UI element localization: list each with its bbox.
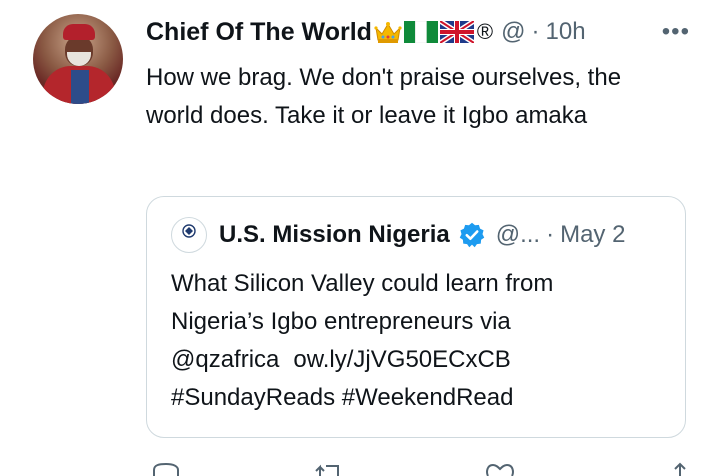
uk-flag-icon: [439, 21, 474, 43]
quoted-text-links: @qzafrica ow.ly/JjVG50ECxCB: [171, 341, 671, 379]
tweet-header: Chief Of The World ® @ · 10h: [146, 14, 586, 50]
author-name[interactable]: Chief Of The World: [146, 18, 372, 47]
quoted-author-handle[interactable]: @...: [496, 221, 540, 249]
tweet-timestamp[interactable]: 10h: [546, 18, 586, 46]
registered-mark: ®: [476, 19, 494, 44]
nigeria-flag-icon: [403, 21, 438, 43]
reply-icon[interactable]: [150, 462, 182, 476]
quoted-author-avatar[interactable]: [171, 217, 207, 253]
name-emojis: [374, 20, 474, 44]
quoted-text-line: Nigeria’s Igbo entrepreneurs via: [171, 308, 511, 335]
mention-link[interactable]: @qzafrica: [171, 346, 279, 373]
verified-badge-icon: [459, 222, 484, 248]
quoted-tweet-header: U.S. Mission Nigeria @... · May 2: [171, 217, 625, 253]
tweet-text: How we brag. We don't praise ourselves, …: [146, 64, 622, 129]
quoted-separator-dot: ·: [546, 221, 555, 248]
quoted-tweet-timestamp[interactable]: May 2: [560, 221, 625, 249]
hashtag-links[interactable]: #SundayReads #WeekendRead: [171, 379, 671, 417]
us-seal-icon: [182, 224, 196, 238]
quoted-tweet-card[interactable]: U.S. Mission Nigeria @... · May 2 What S…: [146, 196, 686, 438]
url-link[interactable]: ow.ly/JjVG50ECxCB: [293, 346, 510, 373]
quoted-tweet-text: What Silicon Valley could learn from Nig…: [171, 265, 671, 417]
separator-dot: ·: [531, 18, 540, 45]
author-avatar[interactable]: [33, 14, 123, 104]
like-icon[interactable]: [484, 462, 516, 476]
crown-emoji-icon: [374, 22, 402, 43]
quoted-text-line: What Silicon Valley could learn from: [171, 270, 554, 297]
more-icon[interactable]: •••: [662, 20, 690, 44]
retweet-icon[interactable]: [314, 462, 346, 476]
tweet-action-bar: [146, 462, 706, 476]
quoted-author-name[interactable]: U.S. Mission Nigeria: [219, 221, 450, 249]
author-handle[interactable]: @: [501, 18, 525, 46]
share-icon[interactable]: [664, 462, 696, 476]
